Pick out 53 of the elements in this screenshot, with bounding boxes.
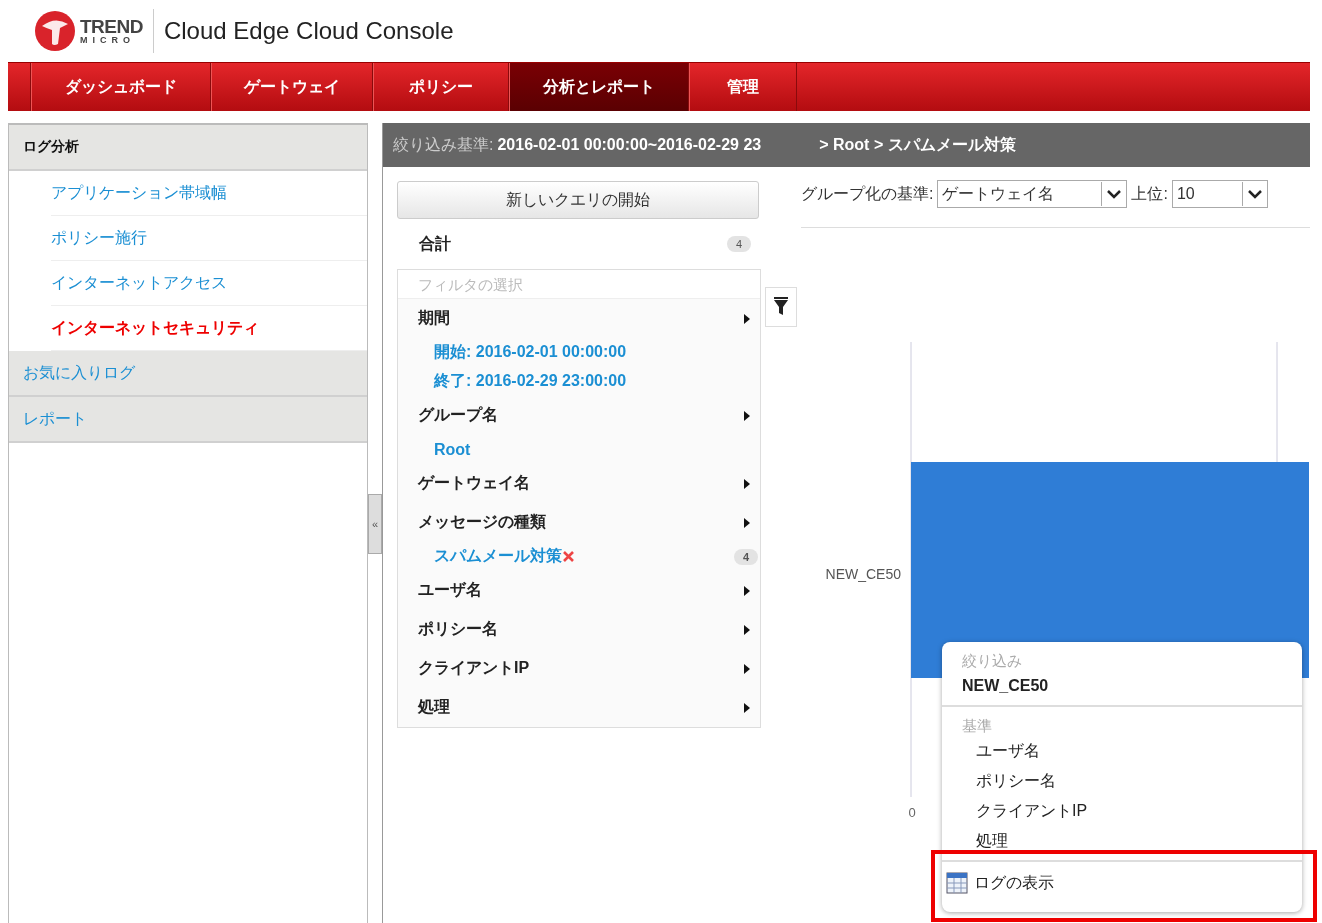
sidebar-section[interactable]: ログ分析 — [9, 125, 367, 171]
filter-category[interactable]: ゲートウェイ名 — [398, 464, 760, 503]
table-icon — [946, 872, 968, 894]
top-select[interactable]: 10 — [1171, 180, 1268, 208]
menu-heading: 基準 — [961, 716, 993, 736]
menu-item[interactable]: 処理 — [942, 826, 1302, 856]
menu-item[interactable]: NEW_CE50 — [942, 671, 1302, 705]
arrow-right-icon — [744, 663, 750, 674]
sidebar-item[interactable]: ポリシー施行 — [51, 216, 367, 261]
top-label: 上位: — [1131, 183, 1168, 204]
view-log-item[interactable]: ログの表示 — [942, 862, 1302, 894]
menu-item[interactable]: ユーザ名 — [942, 736, 1302, 766]
arrow-right-icon — [744, 410, 750, 421]
filter-category[interactable]: グループ名 — [398, 396, 760, 435]
axis-tick-label: 0 — [908, 805, 916, 820]
nav-tab[interactable]: 管理 — [689, 63, 797, 111]
nav-tab[interactable]: ダッシュボード — [31, 63, 211, 111]
breadcrumb: > Root > スパムメール対策 — [819, 134, 1016, 155]
new-query-button[interactable]: 新しいクエリの開始 — [397, 181, 759, 219]
logo-icon — [34, 10, 76, 52]
group-by-select[interactable]: ゲートウェイ名 — [937, 180, 1128, 208]
count-badge: 4 — [726, 236, 751, 252]
filter-select[interactable]: フィルタの選択 — [398, 270, 760, 299]
logo: TREND MICRO — [34, 9, 154, 53]
category-label: NEW_CE50 — [825, 566, 901, 582]
date-range: 2016-02-01 00:00:00~2016-02-29 23 — [497, 136, 762, 154]
app-title: Cloud Edge Cloud Console — [163, 17, 454, 45]
group-by-label: グループ化の基準: — [801, 183, 934, 204]
filter-label: 絞り込み基準: — [393, 134, 494, 155]
arrow-right-icon — [744, 517, 750, 528]
arrow-right-icon — [744, 702, 750, 713]
filter-category[interactable]: 期間 — [398, 299, 760, 338]
filter-category[interactable]: 処理 — [398, 688, 760, 727]
filter-icon[interactable] — [765, 287, 797, 327]
sidebar-item[interactable]: インターネットアクセス — [51, 261, 367, 306]
sidebar-item[interactable]: アプリケーション帯域幅 — [51, 171, 367, 216]
nav-tab[interactable]: ゲートウェイ — [211, 63, 373, 111]
filter-category[interactable]: ポリシー名 — [398, 610, 760, 649]
filter-category[interactable]: ユーザ名 — [398, 571, 760, 610]
menu-heading: 絞り込み — [961, 651, 1023, 671]
arrow-right-icon — [744, 313, 750, 324]
count-badge: 4 — [733, 548, 758, 565]
arrow-right-icon — [744, 478, 750, 489]
menu-item[interactable]: クライアントIP — [942, 796, 1302, 826]
filter-category[interactable]: クライアントIP — [398, 649, 760, 688]
total-label: 合計 — [419, 233, 451, 254]
nav-tab[interactable]: 分析とレポート — [509, 63, 689, 111]
collapse-handle[interactable]: « — [368, 493, 382, 554]
arrow-right-icon — [744, 585, 750, 596]
arrow-right-icon — [744, 624, 750, 635]
menu-item[interactable]: ポリシー名 — [942, 766, 1302, 796]
filter-category[interactable]: メッセージの種類 — [398, 503, 760, 542]
remove-icon[interactable] — [563, 551, 574, 562]
